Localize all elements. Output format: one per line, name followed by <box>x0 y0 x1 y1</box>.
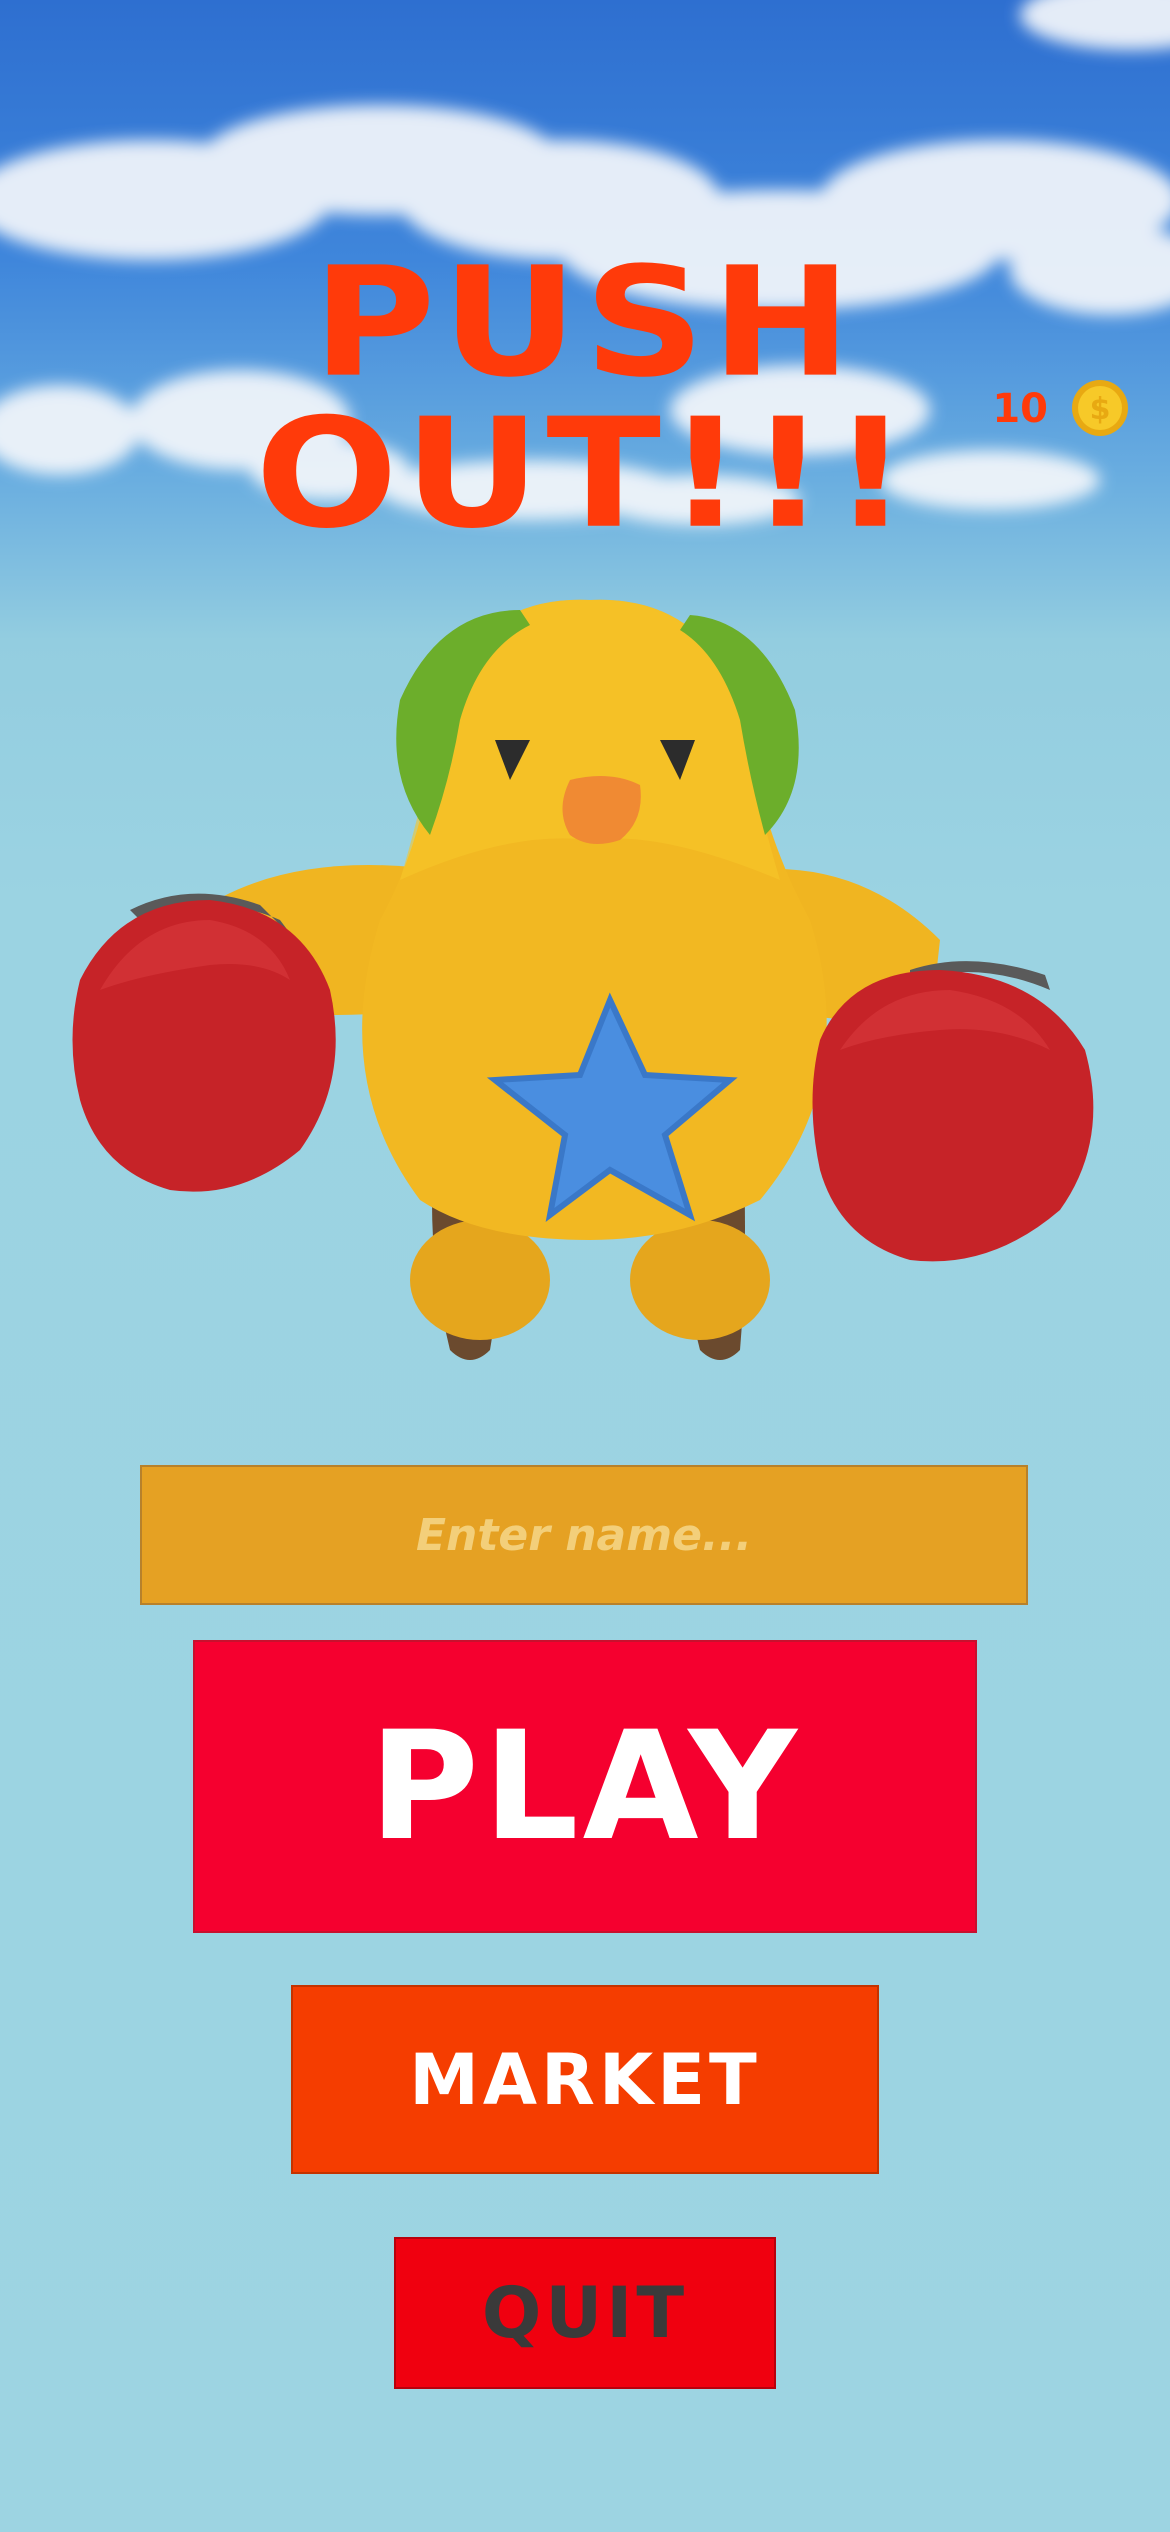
coin-counter: 10 $ <box>960 378 1130 448</box>
name-input[interactable] <box>140 1465 1028 1605</box>
quit-button[interactable]: QUIT <box>394 2237 776 2389</box>
svg-text:$: $ <box>1090 392 1111 427</box>
coin-count: 10 <box>992 386 1048 432</box>
dollar-coin-icon: $ <box>1072 380 1128 436</box>
yellow-bird-boxer-character <box>72 599 1094 1360</box>
market-button[interactable]: MARKET <box>291 1985 879 2174</box>
play-button[interactable]: PLAY <box>193 1640 977 1933</box>
